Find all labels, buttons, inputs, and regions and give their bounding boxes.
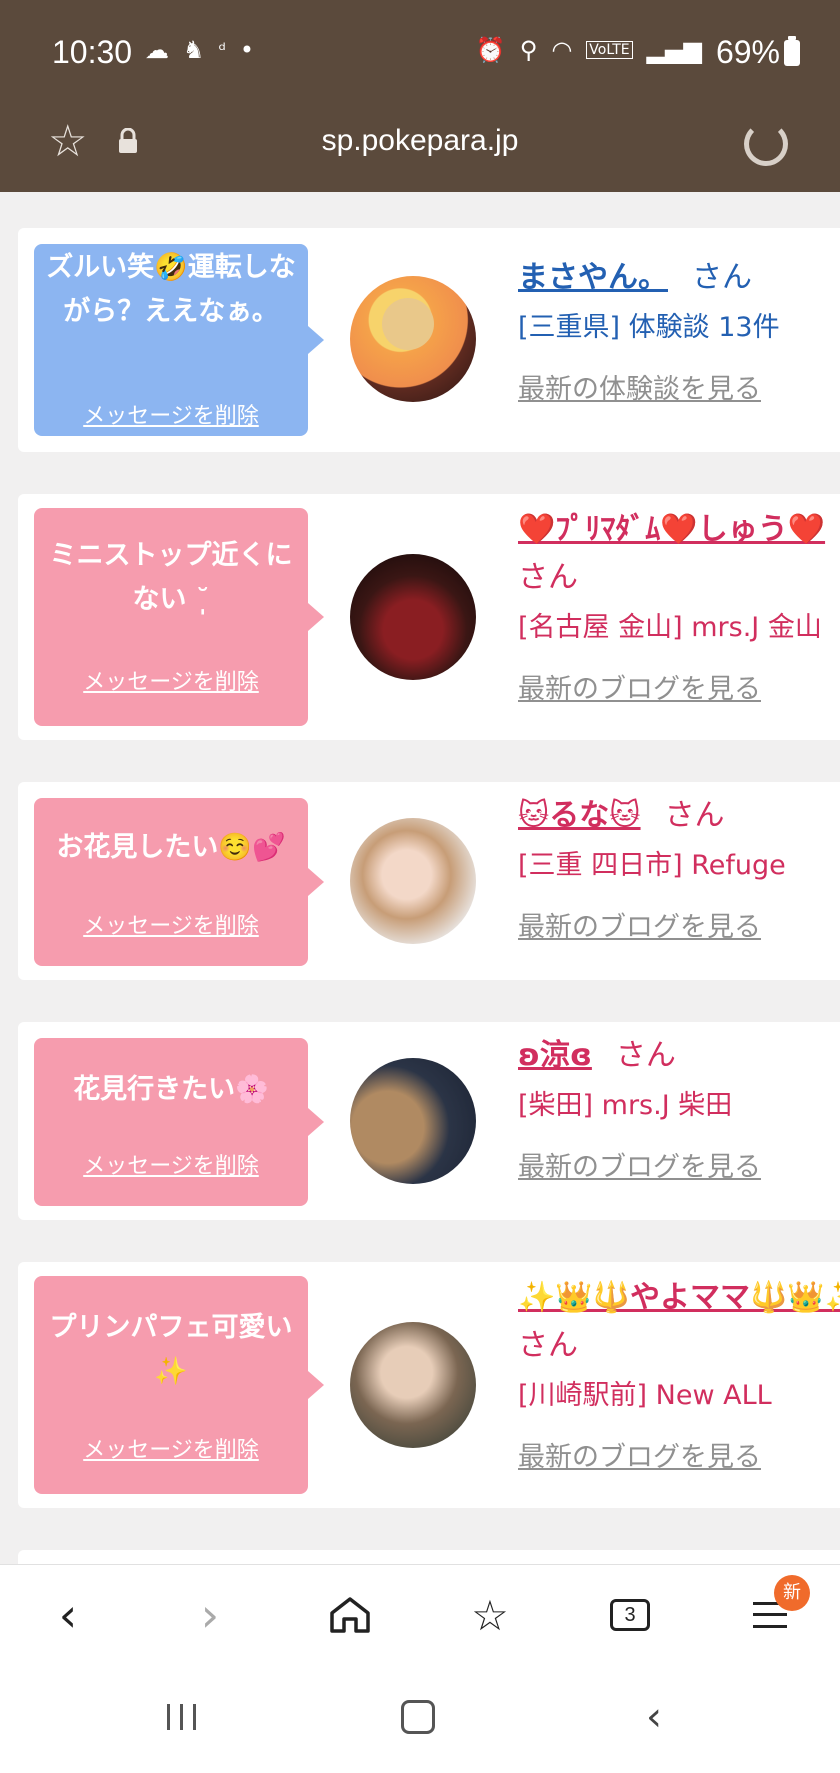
view-latest-link[interactable]: 最新の体験談を見る xyxy=(518,368,840,412)
message-bubble: プリンパフェ可愛い✨ メッセージを削除 xyxy=(34,1276,324,1494)
view-latest-link[interactable]: 最新のブログを見る xyxy=(518,1436,840,1480)
user-info: ❤️ﾌﾟﾘﾏﾀﾞﾑ❤️しゅう❤️ さん [名古屋 金山] mrs.J 金山 最新… xyxy=(518,508,840,712)
dot-icon: • xyxy=(239,36,254,64)
forward-icon[interactable]: › xyxy=(182,1587,238,1643)
tabs-count: 3 xyxy=(610,1599,650,1631)
user-name-link[interactable]: 🐱るな🐱 xyxy=(518,798,641,833)
user-info: 🐱るな🐱 さん [三重 四日市] Refuge 最新のブログを見る xyxy=(518,794,840,950)
message-card: 花見行きたい🌸 メッセージを削除 ʚ涼ɞ さん [柴田] mrs.J 柴田 最新の… xyxy=(18,1022,840,1220)
message-card xyxy=(18,1550,840,1564)
battery-icon xyxy=(784,36,800,66)
honorific: さん xyxy=(518,1328,578,1363)
delete-message-link[interactable]: メッセージを削除 xyxy=(34,908,308,940)
home-icon[interactable] xyxy=(322,1587,378,1643)
battery-percent: 69% xyxy=(715,34,780,70)
d-icon: ᵈ xyxy=(218,39,226,61)
user-name-link[interactable]: ʚ涼ɞ xyxy=(518,1038,592,1073)
user-place: [三重県] 体験談 13件 xyxy=(518,312,780,343)
status-time: 10:30 xyxy=(52,34,133,70)
wifi-icon: ◠ xyxy=(551,36,573,64)
user-info: まさやん。 さん [三重県] 体験談 13件 最新の体験談を見る xyxy=(518,256,840,412)
back-icon[interactable]: ‹ xyxy=(40,1587,96,1643)
status-bar: 10:30 ☁ ♞ ᵈ • ⏰ ⚲ ◠ VoLTE ▂▄▆ 69% xyxy=(0,0,840,106)
message-list: ズルい笑🤣運転しながら？ええなぁ。 メッセージを削除 まさやん。 さん [三重県]… xyxy=(0,192,840,1564)
message-text: ズルい笑🤣運転しながら？ええなぁ。 xyxy=(46,252,296,327)
delete-message-link[interactable]: メッセージを削除 xyxy=(34,398,308,430)
url-text[interactable]: sp.pokepara.jp xyxy=(0,124,840,158)
recent-apps-icon[interactable] xyxy=(152,1692,212,1742)
message-card: ミニストップ近くにない ˘̩̩̩ メッセージを削除 ❤️ﾌﾟﾘﾏﾀﾞﾑ❤️しゅう… xyxy=(18,494,840,740)
delete-message-link[interactable]: メッセージを削除 xyxy=(34,1432,308,1464)
message-text: ミニストップ近くにない ˘̩̩̩ xyxy=(49,540,293,615)
user-place: [川崎駅前] New ALL xyxy=(518,1380,772,1411)
honorific: さん xyxy=(518,560,578,595)
bookmarks-icon[interactable]: ☆ xyxy=(462,1587,518,1643)
message-card: プリンパフェ可愛い✨ メッセージを削除 ✨👑🔱やよママ🔱👑✨ さん [川崎駅前]… xyxy=(18,1262,840,1508)
avatar-face xyxy=(382,298,434,350)
user-place: [名古屋 金山] mrs.J 金山 xyxy=(518,612,822,643)
user-place: [柴田] mrs.J 柴田 xyxy=(518,1090,733,1121)
avatar[interactable] xyxy=(350,554,476,680)
message-bubble: 花見行きたい🌸 メッセージを削除 xyxy=(34,1038,324,1206)
user-name-link[interactable]: まさやん。 xyxy=(518,260,668,295)
message-text: プリンパフェ可愛い✨ xyxy=(49,1312,293,1387)
system-navigation: ‹ xyxy=(0,1664,840,1773)
user-name-link[interactable]: ✨👑🔱やよママ🔱👑✨ xyxy=(518,1280,840,1315)
avatar[interactable] xyxy=(350,276,476,402)
user-info: ʚ涼ɞ さん [柴田] mrs.J 柴田 最新のブログを見る xyxy=(518,1034,840,1190)
view-latest-link[interactable]: 最新のブログを見る xyxy=(518,906,840,950)
user-info: ✨👑🔱やよママ🔱👑✨ さん [川崎駅前] New ALL 最新のブログを見る xyxy=(518,1276,840,1480)
volte-icon: VoLTE xyxy=(586,41,633,59)
honorific: さん xyxy=(615,1038,676,1073)
back-button-icon[interactable]: ‹ xyxy=(624,1692,684,1742)
cloud-icon: ☁ xyxy=(145,36,169,64)
message-text: お花見したい☺️💕 xyxy=(56,832,286,863)
reload-icon[interactable] xyxy=(744,122,788,166)
user-place: [三重 四日市] Refuge xyxy=(518,850,786,881)
user-name-link[interactable]: ❤️ﾌﾟﾘﾏﾀﾞﾑ❤️しゅう❤️ xyxy=(518,512,825,547)
honorific: さん xyxy=(664,798,725,833)
message-bubble: お花見したい☺️💕 メッセージを削除 xyxy=(34,798,324,966)
message-card: お花見したい☺️💕 メッセージを削除 🐱るな🐱 さん [三重 四日市] Refug… xyxy=(18,782,840,980)
home-button-icon[interactable] xyxy=(388,1692,448,1742)
url-bar[interactable]: ☆ sp.pokepara.jp xyxy=(0,106,840,192)
message-text: 花見行きたい🌸 xyxy=(73,1074,269,1105)
message-card: ズルい笑🤣運転しながら？ええなぁ。 メッセージを削除 まさやん。 さん [三重県]… xyxy=(18,228,840,452)
avatar[interactable] xyxy=(350,1322,476,1448)
delete-message-link[interactable]: メッセージを削除 xyxy=(34,664,308,696)
browser-header: 10:30 ☁ ♞ ᵈ • ⏰ ⚲ ◠ VoLTE ▂▄▆ 69% ☆ sp.p… xyxy=(0,0,840,192)
signal-icon: ▂▄▆ xyxy=(646,36,702,64)
browser-toolbar: ‹ › ☆ 3 新 xyxy=(0,1564,840,1664)
tabs-icon[interactable]: 3 xyxy=(602,1587,658,1643)
honorific: さん xyxy=(692,260,752,295)
alarm-icon: ⏰ xyxy=(475,36,506,64)
notification-icon: ♞ xyxy=(183,36,205,64)
view-latest-link[interactable]: 最新のブログを見る xyxy=(518,1146,840,1190)
message-bubble: ズルい笑🤣運転しながら？ええなぁ。 メッセージを削除 xyxy=(34,244,324,436)
avatar[interactable] xyxy=(350,818,476,944)
delete-message-link[interactable]: メッセージを削除 xyxy=(34,1148,308,1180)
message-bubble: ミニストップ近くにない ˘̩̩̩ メッセージを削除 xyxy=(34,508,324,726)
new-badge: 新 xyxy=(774,1575,810,1611)
view-latest-link[interactable]: 最新のブログを見る xyxy=(518,668,840,712)
avatar[interactable] xyxy=(350,1058,476,1184)
home-icon-shape xyxy=(330,1597,370,1633)
location-icon: ⚲ xyxy=(519,36,538,64)
